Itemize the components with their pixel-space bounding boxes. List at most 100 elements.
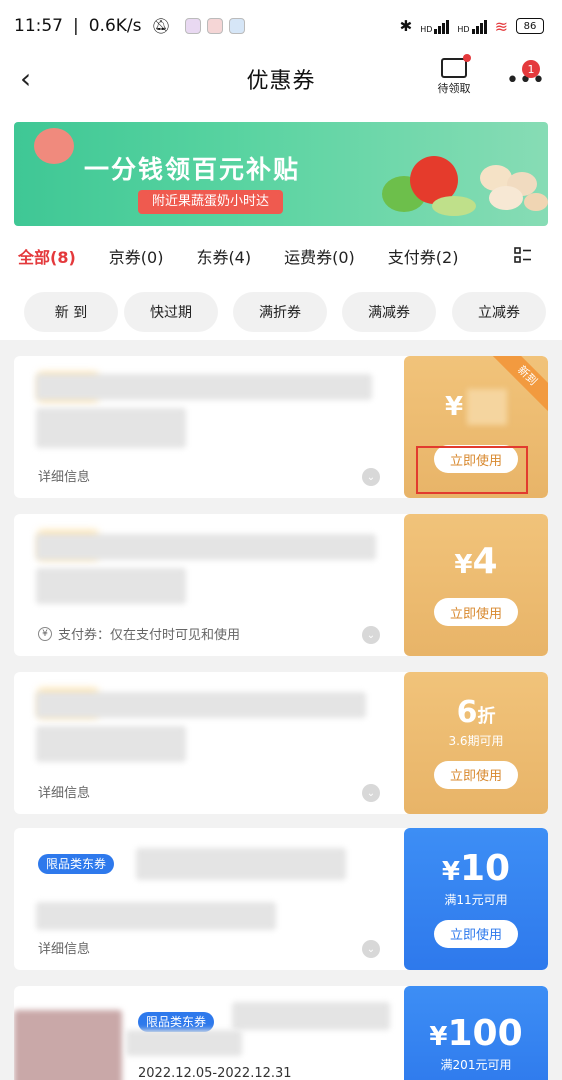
- list-view-icon[interactable]: [514, 246, 532, 264]
- coupon-amount: ¥4: [454, 544, 497, 580]
- coupon-value-panel: 6折 3.6期可用 立即使用: [404, 672, 548, 814]
- coupon-condition: 满201元可用: [440, 1058, 512, 1072]
- ticket-icon: [441, 54, 471, 78]
- app-notification-icon: [228, 18, 245, 34]
- chevron-down-icon[interactable]: ⌄: [362, 626, 380, 644]
- filter-full-reduction[interactable]: 满减券: [342, 292, 436, 332]
- coupon-value-panel: ¥100 满201元可用: [404, 986, 548, 1080]
- use-now-button[interactable]: 立即使用: [434, 445, 518, 473]
- coupon-value-panel: ¥10 满11元可用 立即使用: [404, 828, 548, 970]
- currency-symbol: ¥: [429, 1022, 448, 1052]
- detail-text: 详细信息: [38, 470, 91, 485]
- coupon-amount: ¥10: [441, 847, 511, 889]
- banner-subtitle: 附近果蔬蛋奶小时达: [138, 190, 284, 214]
- back-button[interactable]: ‹: [20, 62, 50, 96]
- use-now-button[interactable]: 立即使用: [434, 760, 518, 789]
- chevron-down-icon[interactable]: ⌄: [362, 784, 380, 802]
- status-bar: 11:57 | 0.6K/s 🔕︎ ✱ HD HD ≋ 86: [0, 0, 562, 52]
- product-thumbnail: [14, 1010, 122, 1080]
- amount-value: 4: [472, 541, 498, 582]
- more-badge: 1: [522, 60, 540, 78]
- validity-date: 2022.12.05-2022.12.31: [138, 1066, 292, 1080]
- blurred-content: [36, 692, 366, 718]
- signal-icon-2: HD: [457, 18, 487, 34]
- coupon-info: 详细信息 ⌄: [14, 356, 404, 498]
- amount-value: 10: [459, 847, 511, 889]
- coupon-info: 限品类东券 2022.12.05-2022.12.31: [14, 986, 404, 1080]
- detail-text: 详细信息: [38, 786, 91, 801]
- page-title: 优惠券: [246, 69, 316, 94]
- promo-banner[interactable]: 一分钱领百元补贴 附近果蔬蛋奶小时达: [14, 122, 548, 226]
- wifi-icon: ≋: [494, 16, 508, 36]
- category-tag: 限品类东券: [38, 854, 115, 874]
- status-time: 11:57: [14, 16, 63, 36]
- filter-chips: 新 到 快过期 满折券 满减券 立减券: [0, 278, 562, 340]
- coupon-card[interactable]: 限品类东券 2022.12.05-2022.12.31 ¥100 满201元可用: [14, 986, 548, 1080]
- currency-symbol: ¥: [441, 856, 460, 887]
- detail-text: 支付券：仅在支付时可见和使用: [58, 628, 241, 643]
- coupon-card[interactable]: 详细信息 ⌄ 6折 3.6期可用 立即使用: [14, 672, 548, 814]
- blurred-content: [36, 534, 376, 560]
- bluetooth-icon: ✱: [399, 17, 413, 35]
- banner-section: 一分钱领百元补贴 附近果蔬蛋奶小时达: [0, 106, 562, 234]
- coupon-tabs: 全部(8) 京券(0) 东券(4) 运费券(0) 支付券(2): [0, 234, 562, 278]
- coupon-condition: 满11元可用: [444, 892, 508, 907]
- use-now-button[interactable]: 立即使用: [434, 919, 518, 948]
- filter-instant-reduction[interactable]: 立减券: [452, 292, 546, 332]
- tab-shipping-coupon[interactable]: 运费券(0): [284, 244, 355, 268]
- blurred-content: [136, 848, 346, 880]
- blurred-content: [36, 902, 276, 930]
- coupon-value-panel: ¥4 立即使用: [404, 514, 548, 656]
- yuan-icon: ¥: [38, 626, 52, 641]
- chevron-down-icon[interactable]: ⌄: [362, 468, 380, 486]
- status-net-speed: 0.6K/s: [88, 16, 142, 36]
- tab-payment-coupon[interactable]: 支付券(2): [388, 244, 459, 268]
- blurred-content: [36, 568, 186, 604]
- more-button[interactable]: ••• 1: [500, 60, 545, 96]
- notification-dot: [463, 54, 471, 62]
- currency-symbol: ¥: [454, 550, 473, 580]
- blurred-content: [232, 1002, 390, 1030]
- tab-dong-coupon[interactable]: 东券(4): [196, 244, 251, 268]
- peach-image: [34, 128, 74, 164]
- mute-icon: 🔕︎: [151, 17, 171, 35]
- status-divider: |: [73, 16, 79, 36]
- pending-label: 待领取: [437, 82, 471, 95]
- pending-coupons-button[interactable]: 待领取: [430, 52, 478, 102]
- app-notification-icon: [184, 18, 201, 34]
- filter-new[interactable]: 新 到: [24, 292, 118, 332]
- coupon-card[interactable]: 详细信息 ⌄ 新到 ¥ 立即使用: [14, 356, 548, 498]
- coupon-detail: 详细信息: [38, 782, 90, 801]
- amount-value: 100: [447, 1013, 523, 1054]
- tab-all[interactable]: 全部(8): [18, 244, 76, 268]
- banner-title: 一分钱领百元补贴: [84, 155, 301, 184]
- signal-icon-1: HD: [420, 18, 450, 34]
- coupon-condition: 3.6期可用: [448, 733, 504, 748]
- coupon-amount: ¥: [445, 389, 508, 425]
- detail-text: 详细信息: [38, 942, 91, 957]
- signal-label: HD: [420, 25, 433, 34]
- vegetables-image: [382, 156, 548, 216]
- coupon-detail: 详细信息: [38, 938, 90, 957]
- filter-expiring[interactable]: 快过期: [124, 292, 218, 332]
- chevron-down-icon[interactable]: ⌄: [362, 940, 380, 958]
- coupon-info: ¥ 支付券：仅在支付时可见和使用 ⌄: [14, 514, 404, 656]
- coupon-card[interactable]: 限品类东券 详细信息 ⌄ ¥10 满11元可用 立即使用: [14, 828, 548, 970]
- amount-value: 6: [456, 694, 478, 730]
- blurred-content: [126, 1030, 242, 1056]
- battery-level: 86: [523, 20, 537, 32]
- use-now-button[interactable]: 立即使用: [434, 598, 518, 626]
- tab-jing-coupon[interactable]: 京券(0): [109, 244, 164, 268]
- coupon-amount: 6折: [456, 694, 496, 730]
- coupon-value-panel: 新到 ¥ 立即使用: [404, 356, 548, 498]
- coupon-detail: ¥ 支付券：仅在支付时可见和使用: [38, 624, 240, 643]
- coupon-card[interactable]: ¥ 支付券：仅在支付时可见和使用 ⌄ ¥4 立即使用: [14, 514, 548, 656]
- blurred-content: [36, 408, 186, 448]
- coupon-info: 详细信息 ⌄: [14, 672, 404, 814]
- amount-unit: 折: [477, 705, 496, 727]
- category-tag: 限品类东券: [138, 1012, 215, 1032]
- filter-discount[interactable]: 满折券: [233, 292, 327, 332]
- battery-icon: 86: [516, 18, 544, 34]
- blurred-amount: [467, 389, 508, 425]
- app-notification-icon: [206, 18, 223, 34]
